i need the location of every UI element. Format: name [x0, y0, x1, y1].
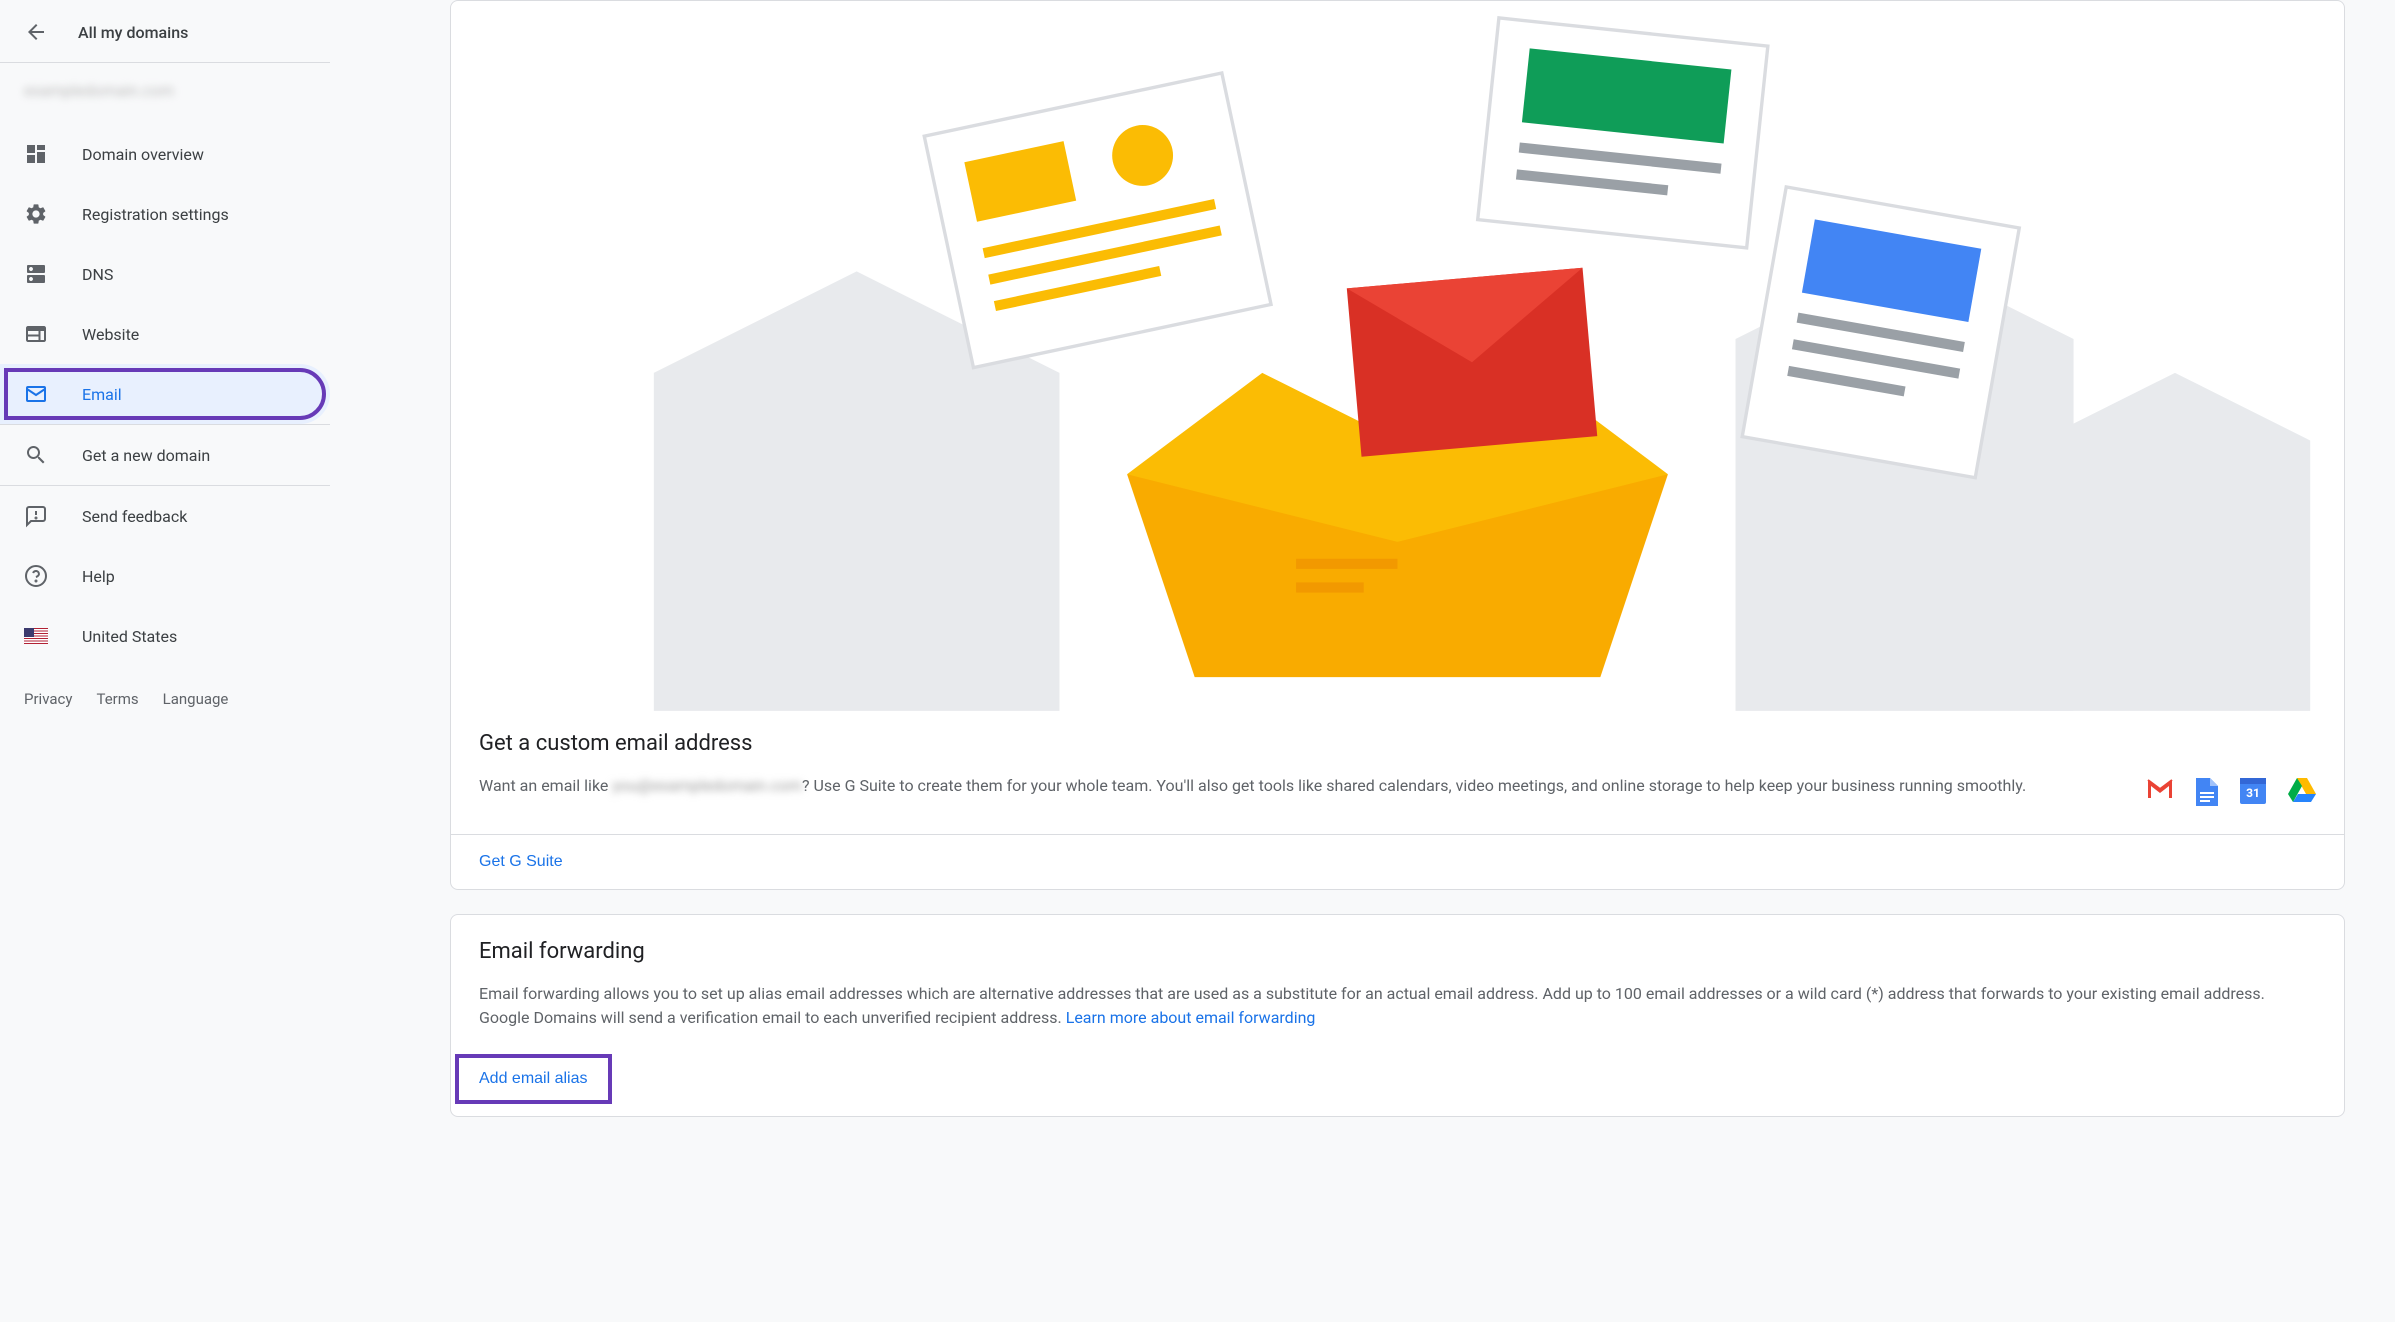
add-email-alias-button[interactable]: Add email alias — [459, 1058, 608, 1100]
search-icon — [24, 443, 48, 467]
sidebar-item-label: United States — [82, 627, 177, 646]
dashboard-icon — [24, 142, 48, 166]
footer-terms-link[interactable]: Terms — [96, 690, 138, 708]
sidebar-item-label: Email — [82, 385, 122, 404]
gsuite-card: Get a custom email address Want an email… — [450, 0, 2345, 890]
gmail-icon — [2146, 778, 2174, 804]
drive-icon — [2288, 778, 2316, 806]
sidebar-item-email[interactable]: Email — [0, 364, 330, 424]
sidebar-item-label: Help — [82, 567, 115, 586]
dns-icon — [24, 262, 48, 286]
feedback-icon — [24, 504, 48, 528]
gsuite-product-icons: 31 — [2146, 774, 2316, 810]
sidebar-title[interactable]: All my domains — [78, 23, 188, 42]
sidebar-item-send-feedback[interactable]: Send feedback — [0, 486, 330, 546]
sidebar-item-help[interactable]: Help — [0, 546, 330, 606]
svg-text:31: 31 — [2246, 786, 2260, 800]
email-forwarding-title: Email forwarding — [479, 939, 2316, 964]
sidebar-item-dns[interactable]: DNS — [0, 244, 330, 304]
gsuite-text-post: ? Use G Suite to create them for your wh… — [802, 776, 2026, 795]
sidebar-item-get-new-domain[interactable]: Get a new domain — [0, 425, 330, 485]
sidebar-item-label: Send feedback — [82, 507, 187, 526]
footer-language-link[interactable]: Language — [163, 690, 229, 708]
email-forwarding-description: Email forwarding allows you to set up al… — [479, 982, 2316, 1030]
sidebar-item-label: Registration settings — [82, 205, 229, 224]
us-flag-icon — [24, 624, 48, 648]
website-icon — [24, 322, 48, 346]
sidebar-item-label: Website — [82, 325, 139, 344]
footer-privacy-link[interactable]: Privacy — [24, 690, 72, 708]
sidebar-item-country[interactable]: United States — [0, 606, 330, 666]
calendar-icon: 31 — [2240, 778, 2266, 808]
add-alias-highlight: Add email alias — [455, 1054, 612, 1104]
email-forwarding-card: Email forwarding Email forwarding allows… — [450, 914, 2345, 1117]
back-arrow-icon[interactable] — [24, 20, 48, 44]
gsuite-description: Want an email like you@exampledomain.com… — [479, 774, 2122, 810]
gsuite-text-email-example: you@exampledomain.com — [612, 776, 802, 795]
sidebar-item-label: DNS — [82, 265, 113, 284]
main-content: Get a custom email address Want an email… — [330, 0, 2395, 1322]
email-forwarding-text: Email forwarding allows you to set up al… — [479, 984, 2265, 1027]
sidebar-item-registration-settings[interactable]: Registration settings — [0, 184, 330, 244]
gsuite-title: Get a custom email address — [479, 731, 2316, 756]
learn-more-link[interactable]: Learn more about email forwarding — [1066, 1008, 1316, 1027]
sidebar: All my domains exampledomain.com Domain … — [0, 0, 330, 1322]
docs-icon — [2196, 778, 2218, 810]
sidebar-item-label: Domain overview — [82, 145, 204, 164]
help-icon — [24, 564, 48, 588]
domain-name: exampledomain.com — [0, 63, 330, 124]
sidebar-item-domain-overview[interactable]: Domain overview — [0, 124, 330, 184]
gear-icon — [24, 202, 48, 226]
gsuite-text-pre: Want an email like — [479, 776, 612, 795]
sidebar-item-label: Get a new domain — [82, 446, 210, 465]
gsuite-illustration — [451, 1, 2344, 731]
get-gsuite-button[interactable]: Get G Suite — [479, 853, 563, 871]
sidebar-item-website[interactable]: Website — [0, 304, 330, 364]
sidebar-footer: Privacy Terms Language — [0, 666, 330, 732]
email-icon — [24, 382, 48, 406]
